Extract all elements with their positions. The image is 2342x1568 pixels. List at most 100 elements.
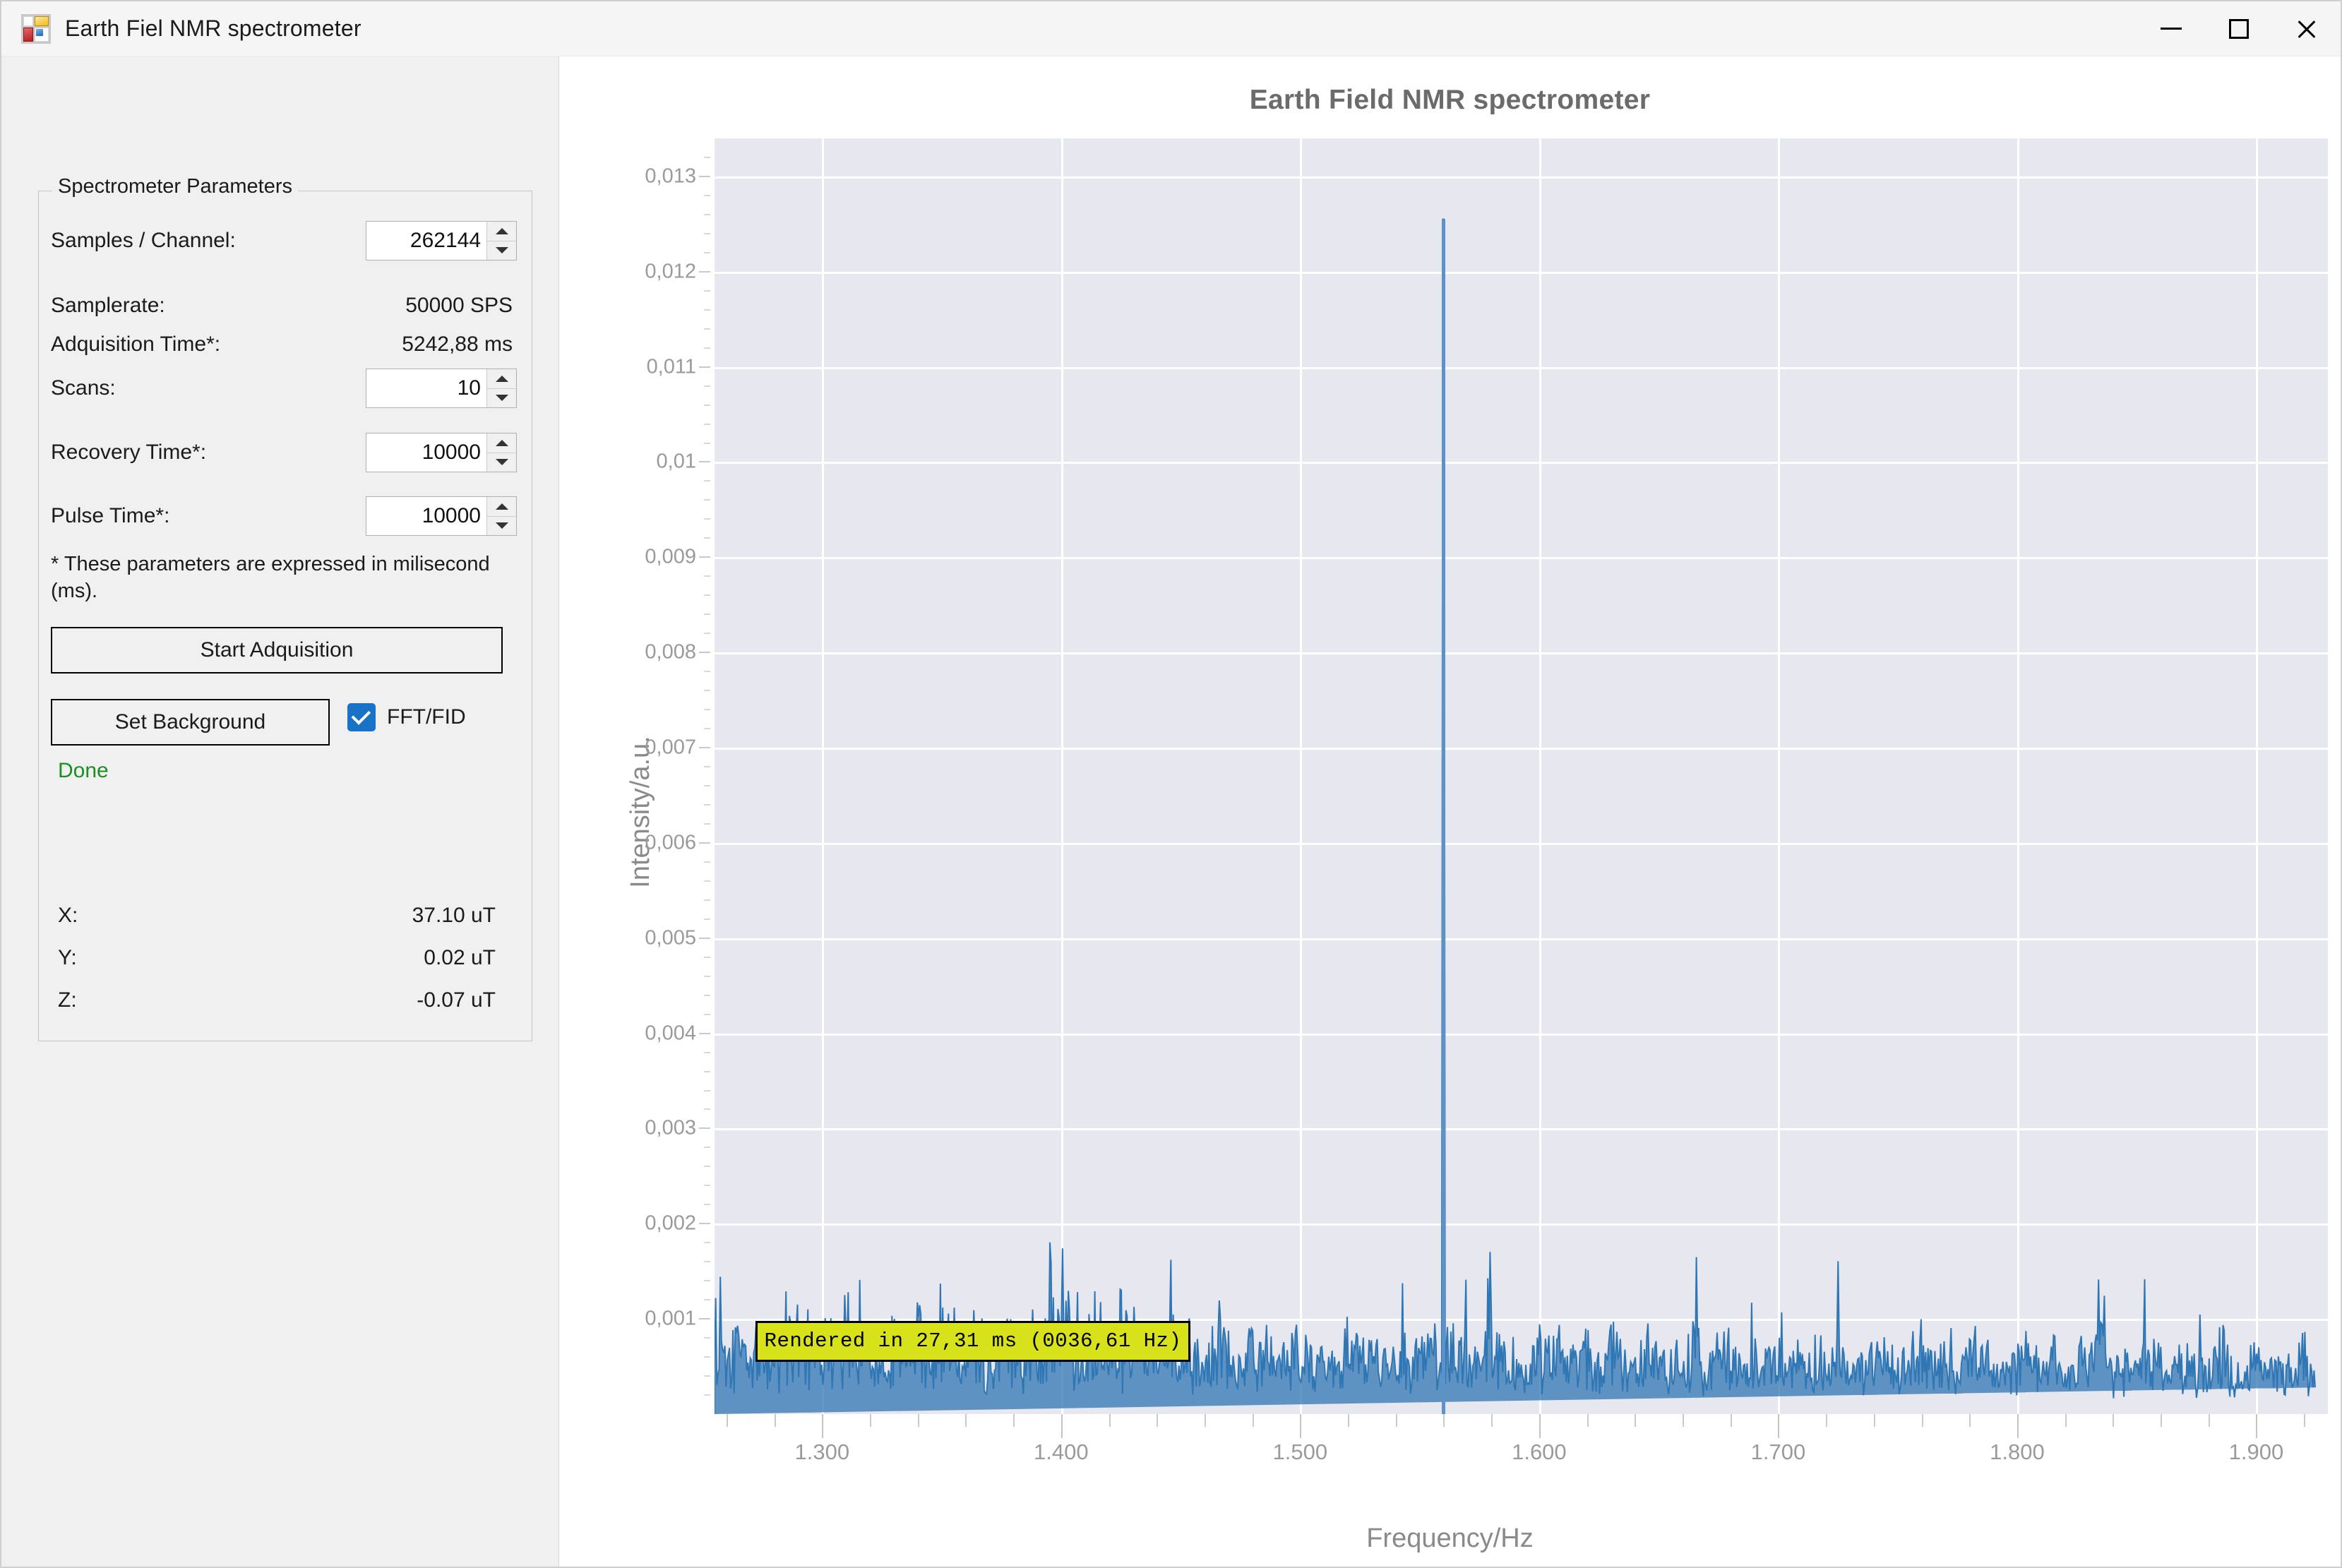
magnetometer-x-row: X: 37.10 uT: [58, 900, 496, 931]
pulse-time-stepper[interactable]: 10000: [366, 496, 517, 536]
pulse-time-value[interactable]: 10000: [366, 497, 486, 535]
app-window: Earth Fiel NMR spectrometer Spectrometer…: [0, 0, 2342, 1568]
recovery-spin-up-button[interactable]: [487, 433, 516, 453]
x-tick-mark-minor: [774, 1414, 776, 1427]
y-tick-mark: [699, 556, 710, 558]
y-tick-label: 0,009: [645, 545, 696, 568]
y-tick-mark-minor: [704, 784, 710, 786]
y-tick-mark-minor: [704, 803, 710, 806]
y-tick-mark-minor: [704, 956, 710, 958]
samples-per-channel-value[interactable]: 262144: [366, 222, 486, 260]
samples-spin-arrows[interactable]: [486, 222, 516, 260]
pulse-spin-up-button[interactable]: [487, 497, 516, 517]
x-tick-mark: [1061, 1414, 1063, 1438]
window-title: Earth Fiel NMR spectrometer: [65, 16, 362, 41]
x-tick-mark-minor: [1587, 1414, 1589, 1427]
x-tick-mark: [1539, 1414, 1541, 1438]
y-tick-mark-minor: [704, 594, 710, 597]
pulse-time-label: Pulse Time*:: [51, 504, 170, 527]
scans-value[interactable]: 10: [366, 369, 486, 407]
samples-spin-up-button[interactable]: [487, 222, 516, 241]
x-tick-mark-minor: [1252, 1414, 1254, 1427]
set-background-button[interactable]: Set Background: [51, 699, 330, 746]
spectrum-trace: [715, 218, 2316, 1414]
samplerate-row: Samplerate: 50000 SPS: [51, 289, 517, 322]
close-button[interactable]: [2273, 1, 2341, 56]
scans-spin-arrows[interactable]: [486, 369, 516, 407]
y-tick-mark-minor: [704, 1185, 710, 1187]
y-tick-mark-minor: [704, 328, 710, 330]
magnetometer-z-value: -0.07 uT: [417, 988, 496, 1012]
y-tick-label: 0,006: [645, 831, 696, 854]
samples-per-channel-label: Samples / Channel:: [51, 229, 236, 252]
x-tick-mark: [1300, 1414, 1302, 1438]
pulse-spin-down-button[interactable]: [487, 516, 516, 535]
fft-fid-checkbox-wrap[interactable]: FFT/FID: [347, 703, 466, 731]
maximize-button[interactable]: [2205, 1, 2273, 56]
y-tick-mark-minor: [704, 1280, 710, 1282]
adquisition-time-value: 5242,88 ms: [402, 333, 513, 356]
minimize-button[interactable]: [2137, 1, 2205, 56]
x-tick-mark-minor: [2065, 1414, 2067, 1427]
magnetometer-y-label: Y:: [58, 946, 77, 969]
y-tick-mark-minor: [704, 880, 710, 882]
x-tick-label: 1.700: [1750, 1440, 1806, 1464]
chart-x-axis-title: Frequency/Hz: [1366, 1524, 1534, 1553]
y-tick-mark-minor: [704, 347, 710, 349]
y-tick-mark-minor: [704, 1299, 710, 1301]
y-tick-mark-minor: [704, 1242, 710, 1244]
caret-down-icon: [495, 522, 508, 529]
y-tick-mark-minor: [704, 1051, 710, 1053]
pulse-time-row: Pulse Time*: 10000: [51, 496, 517, 536]
x-tick-mark-minor: [1969, 1414, 1971, 1427]
app-tiles-icon: [21, 13, 51, 44]
samplerate-label: Samplerate:: [51, 294, 165, 317]
recovery-spin-down-button[interactable]: [487, 453, 516, 472]
y-tick-label: 0,005: [645, 926, 696, 950]
y-tick-label: 0,002: [645, 1211, 696, 1235]
samples-per-channel-stepper[interactable]: 262144: [366, 221, 517, 261]
y-tick-mark-minor: [704, 480, 710, 482]
y-tick-mark-minor: [704, 1089, 710, 1091]
scans-stepper[interactable]: 10: [366, 369, 517, 408]
y-tick-mark-minor: [704, 1356, 710, 1358]
start-adquisition-button[interactable]: Start Adquisition: [51, 627, 503, 674]
y-tick-mark-minor: [704, 671, 710, 673]
x-tick-mark-minor: [1109, 1414, 1111, 1427]
recovery-time-label: Recovery Time*:: [51, 441, 207, 464]
y-tick-mark-minor: [704, 385, 710, 387]
check-icon: [351, 705, 371, 725]
y-tick-mark-minor: [704, 1108, 710, 1111]
magnetometer-y-value: 0.02 uT: [424, 946, 496, 969]
y-tick-mark-minor: [704, 575, 710, 577]
caret-up-icon: [495, 375, 508, 382]
y-tick-label: 0,003: [645, 1116, 696, 1139]
x-tick-mark: [822, 1414, 824, 1438]
y-tick-mark: [699, 461, 710, 463]
y-tick-mark-minor: [704, 499, 710, 501]
samples-spin-down-button[interactable]: [487, 241, 516, 260]
caret-up-icon: [495, 439, 508, 446]
scans-spin-up-button[interactable]: [487, 369, 516, 389]
plot-area[interactable]: Rendered in 27,31 ms (0036,61 Hz): [715, 138, 2328, 1414]
y-tick-label: 0,013: [645, 164, 696, 188]
x-tick-mark: [2256, 1414, 2258, 1438]
scans-spin-down-button[interactable]: [487, 388, 516, 407]
y-tick-mark-minor: [704, 423, 710, 425]
recovery-time-stepper[interactable]: 10000: [366, 433, 517, 472]
x-tick-label: 1.300: [794, 1440, 850, 1464]
fft-fid-checkbox[interactable]: [347, 703, 376, 731]
magnetometer-z-label: Z:: [58, 988, 77, 1012]
y-tick-mark-minor: [704, 1166, 710, 1168]
y-tick-mark-minor: [704, 213, 710, 215]
magnetometer-x-value: 37.10 uT: [412, 904, 496, 927]
x-tick-label: 1.500: [1272, 1440, 1328, 1464]
recovery-time-value[interactable]: 10000: [366, 433, 486, 472]
magnetometer-z-row: Z: -0.07 uT: [58, 985, 496, 1016]
x-tick-mark-minor: [1683, 1414, 1684, 1427]
pulse-spin-arrows[interactable]: [486, 497, 516, 535]
y-tick-mark: [699, 842, 710, 844]
title-bar: Earth Fiel NMR spectrometer: [1, 1, 2341, 56]
recovery-spin-arrows[interactable]: [486, 433, 516, 472]
spectrum-path: [715, 218, 2316, 1414]
